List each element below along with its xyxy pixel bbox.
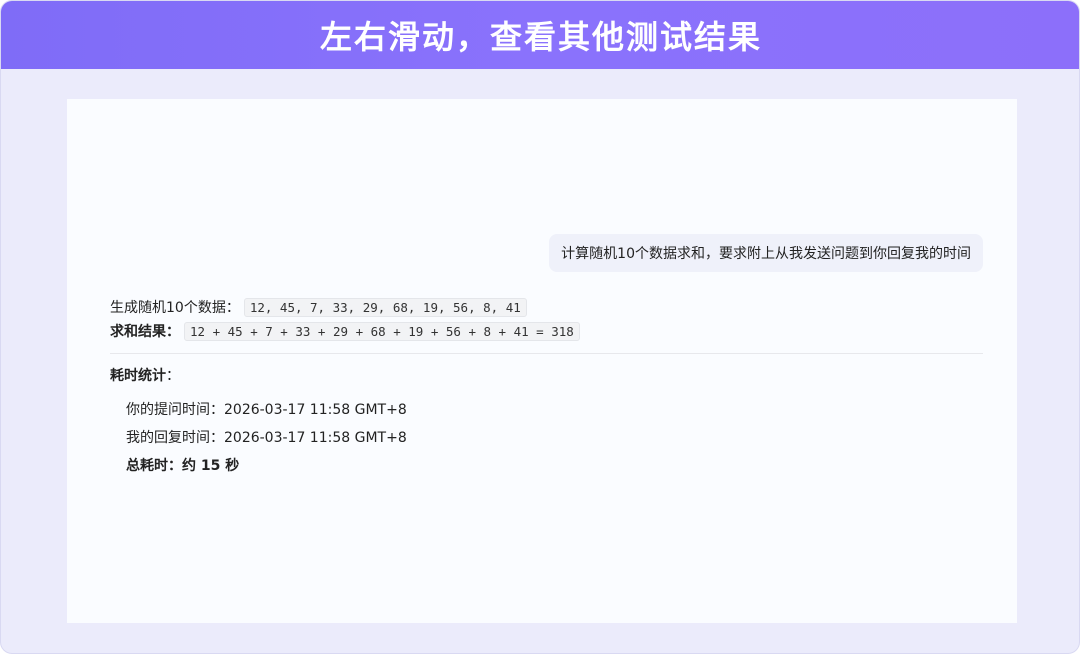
- top-banner: 左右滑动，查看其他测试结果: [1, 1, 1079, 69]
- data-label: 生成随机10个数据：: [110, 300, 240, 316]
- data-values-code: 12, 45, 7, 33, 29, 68, 19, 56, 8, 41: [243, 297, 527, 317]
- divider: [110, 353, 983, 354]
- stats-heading-colon: ：: [166, 368, 180, 384]
- random-data-line: 生成随机10个数据： 12, 45, 7, 33, 29, 68, 19, 56…: [110, 296, 527, 318]
- user-message-text: 计算随机10个数据求和，要求附上从我发送问题到你回复我的时间: [561, 246, 971, 262]
- reply-time-item: 我的回复时间：2026-03-17 11:58 GMT+8: [126, 430, 407, 446]
- sum-label: 求和结果：: [110, 324, 180, 340]
- sum-result-line: 求和结果： 12 + 45 + 7 + 33 + 29 + 68 + 19 + …: [110, 320, 580, 342]
- stats-heading: 耗时统计：: [110, 365, 180, 385]
- ask-time-item: 你的提问时间：2026-03-17 11:58 GMT+8: [126, 402, 407, 418]
- screenshot-frame: 左右滑动，查看其他测试结果 计算随机10个数据求和，要求附上从我发送问题到你回复…: [0, 0, 1080, 654]
- banner-title: 左右滑动，查看其他测试结果: [319, 18, 762, 56]
- chat-panel: 计算随机10个数据求和，要求附上从我发送问题到你回复我的时间 生成随机10个数据…: [67, 99, 1017, 623]
- total-time-item: 总耗时：约 15 秒: [126, 458, 240, 474]
- sum-expression-code: 12 + 45 + 7 + 33 + 29 + 68 + 19 + 56 + 8…: [184, 321, 580, 341]
- user-message-bubble: 计算随机10个数据求和，要求附上从我发送问题到你回复我的时间: [549, 234, 983, 272]
- stats-heading-text: 耗时统计: [110, 368, 166, 384]
